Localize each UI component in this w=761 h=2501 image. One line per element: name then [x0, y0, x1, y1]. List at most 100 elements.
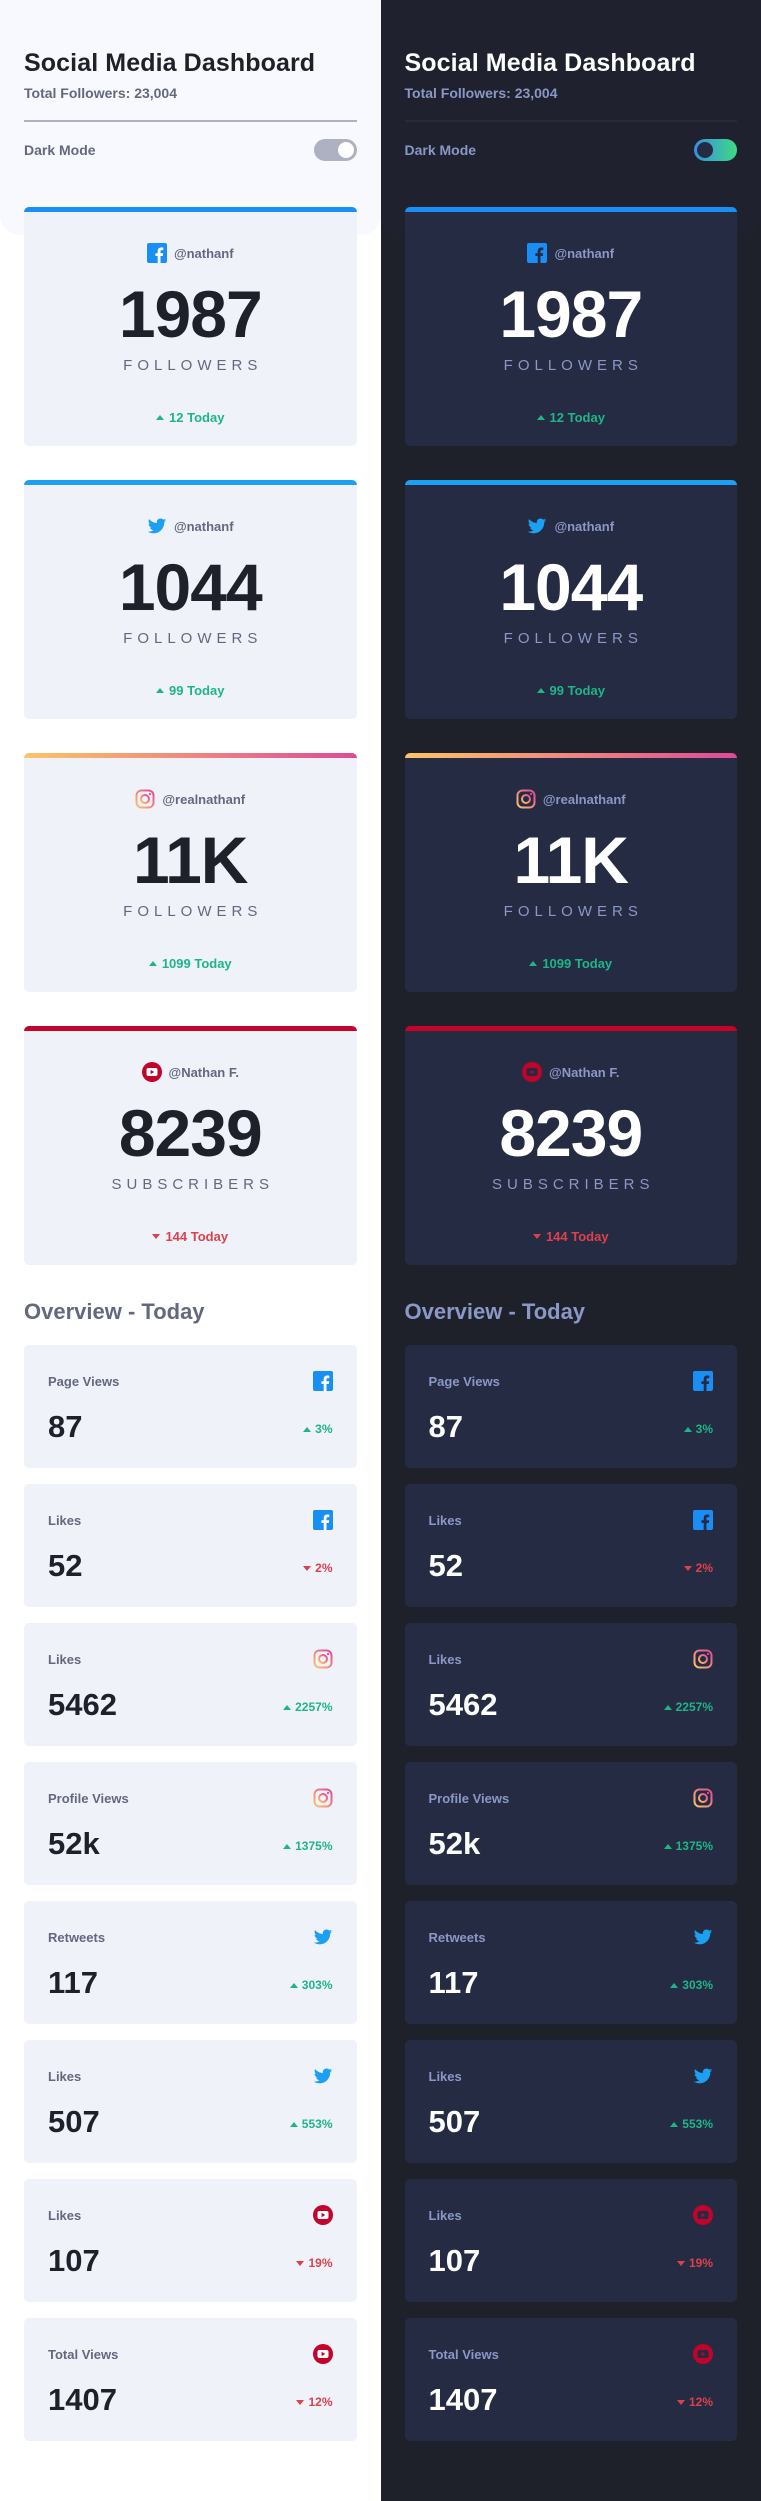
follower-count: 1987: [499, 277, 643, 351]
metric-value: 117: [48, 1965, 99, 2000]
metric-label: Profile Views: [428, 1790, 510, 1806]
overview-title: Overview - Today: [24, 1299, 205, 1324]
follower-count: 1044: [118, 550, 263, 624]
metric-value: 107: [428, 2243, 481, 2278]
up-arrow-icon: [670, 2121, 679, 2127]
overview-title: Overview - Today: [404, 1299, 586, 1324]
handle-text: @nathanf: [554, 245, 615, 261]
down-arrow-icon: [676, 2399, 685, 2405]
follower-count: 1044: [499, 550, 643, 624]
follower-count: 1987: [118, 277, 263, 351]
metric-label: Likes: [428, 2068, 462, 2084]
metric-value: 5462: [428, 1687, 498, 1722]
metric-change: 553%: [670, 2117, 713, 2137]
toggle-knob: [337, 142, 354, 158]
daily-change: 1099 Today: [24, 956, 357, 971]
card-accent-bar: [404, 480, 737, 485]
down-arrow-icon: [296, 2260, 305, 2266]
dark-mode-toggle[interactable]: [313, 139, 357, 161]
metric-label: Likes: [48, 2207, 82, 2223]
daily-change-text: 12 Today: [169, 410, 225, 425]
metric-label: Likes: [428, 1651, 462, 1667]
page-title: Social Media Dashboard: [24, 49, 316, 77]
metric-value: 52: [48, 1548, 83, 1583]
follower-card-youtube: @Nathan F. 8239 SUBSCRIBERS 144 Today: [404, 1026, 738, 1265]
daily-change: 144 Today: [405, 1229, 738, 1244]
daily-change: 12 Today: [405, 410, 738, 425]
up-arrow-icon: [663, 1843, 672, 1849]
overview-card: Likes 507 553%: [24, 2040, 357, 2163]
count-unit: SUBSCRIBERS: [491, 1176, 655, 1193]
up-arrow-icon: [156, 688, 165, 693]
card-handle: @Nathan F.: [24, 1062, 357, 1082]
dark-mode-label: Dark Mode: [24, 142, 96, 158]
card-handle: @realnathanf: [405, 789, 738, 809]
metric-value: 87: [48, 1409, 83, 1444]
overview-card: Likes 5462 2257%: [404, 1623, 737, 1746]
overview-card: Likes 107 19%: [24, 2179, 357, 2302]
metric-change: 3%: [303, 1422, 333, 1442]
up-arrow-icon: [670, 1982, 679, 1988]
follower-cards: @nathanf 1987 FOLLOWERS 12 Today @nathan…: [404, 207, 738, 1265]
instagram-icon: [135, 789, 155, 809]
daily-change-text: 144 Today: [545, 1229, 609, 1244]
down-arrow-icon: [676, 2260, 685, 2266]
follower-count: 11K: [513, 823, 629, 897]
count-unit: FOLLOWERS: [503, 903, 643, 920]
metric-change: 553%: [289, 2117, 333, 2137]
header-divider: [24, 120, 357, 122]
daily-change: 12 Today: [24, 410, 357, 425]
overview-card: Page Views 87 3%: [404, 1345, 737, 1468]
metric-change-text: 303%: [682, 1978, 713, 1992]
card-accent-bar: [404, 207, 737, 212]
dark-mode-label: Dark Mode: [404, 142, 477, 158]
metric-value: 52k: [428, 1826, 481, 1861]
metric-change-text: 553%: [301, 2117, 333, 2131]
follower-card-twitter: @nathanf 1044 FOLLOWERS 99 Today: [24, 480, 357, 719]
dark-mode-row: Dark Mode: [404, 138, 737, 162]
metric-change-text: 12%: [308, 2395, 333, 2409]
page-title: Social Media Dashboard: [404, 49, 696, 77]
follower-card-instagram: @realnathanf 11K FOLLOWERS 1099 Today: [404, 753, 738, 992]
metric-value: 87: [428, 1409, 463, 1444]
metric-label: Likes: [428, 2207, 462, 2223]
instagram-icon: [313, 1788, 332, 1808]
youtube-icon: [312, 2344, 333, 2364]
metric-value: 52k: [48, 1826, 100, 1861]
metric-label: Likes: [48, 1651, 82, 1667]
card-accent-bar: [24, 480, 357, 485]
metric-value: 107: [48, 2243, 100, 2278]
metric-change: 19%: [676, 2256, 713, 2276]
daily-change-text: 144 Today: [165, 1229, 229, 1244]
overview-list: Page Views 87 3% Likes 52 2% Likes 5462 225…: [404, 1345, 737, 2441]
overview-card: Retweets 117 303%: [404, 1901, 737, 2024]
youtube-icon: [693, 2344, 713, 2364]
metric-change-text: 3%: [315, 1422, 333, 1436]
metric-label: Likes: [48, 2068, 82, 2084]
overview-card: Profile Views 52k 1375%: [404, 1762, 737, 1885]
daily-change-text: 1099 Today: [542, 956, 613, 971]
follower-count: 8239: [499, 1096, 643, 1170]
up-arrow-icon: [283, 1843, 292, 1849]
metric-change-text: 3%: [695, 1422, 713, 1436]
metric-change: 3%: [683, 1422, 713, 1442]
overview-card: Likes 5462 2257%: [24, 1623, 357, 1746]
up-arrow-icon: [536, 688, 545, 693]
metric-change-text: 553%: [682, 2117, 713, 2131]
overview-card: Total Views 1407 12%: [24, 2318, 357, 2441]
follower-card-instagram: @realnathanf 11K FOLLOWERS 1099 Today: [24, 753, 357, 992]
dark-theme-preview: Social Media Dashboard Total Followers: …: [380, 0, 761, 2501]
count-unit: FOLLOWERS: [503, 357, 643, 374]
down-arrow-icon: [296, 2399, 305, 2405]
overview-list: Page Views 87 3% Likes 52 2% Likes 5462 225…: [24, 1345, 357, 2441]
daily-change-text: 99 Today: [549, 683, 605, 698]
twitter-icon: [147, 518, 167, 534]
metric-change-text: 303%: [301, 1978, 333, 1992]
card-handle: @realnathanf: [24, 789, 357, 809]
handle-text: @realnathanf: [542, 791, 626, 807]
dark-mode-toggle[interactable]: [694, 139, 737, 161]
card-accent-bar: [404, 1026, 737, 1031]
handle-text: @nathanf: [173, 518, 234, 534]
overview-card: Total Views 1407 12%: [404, 2318, 737, 2441]
handle-text: @nathanf: [173, 245, 234, 261]
